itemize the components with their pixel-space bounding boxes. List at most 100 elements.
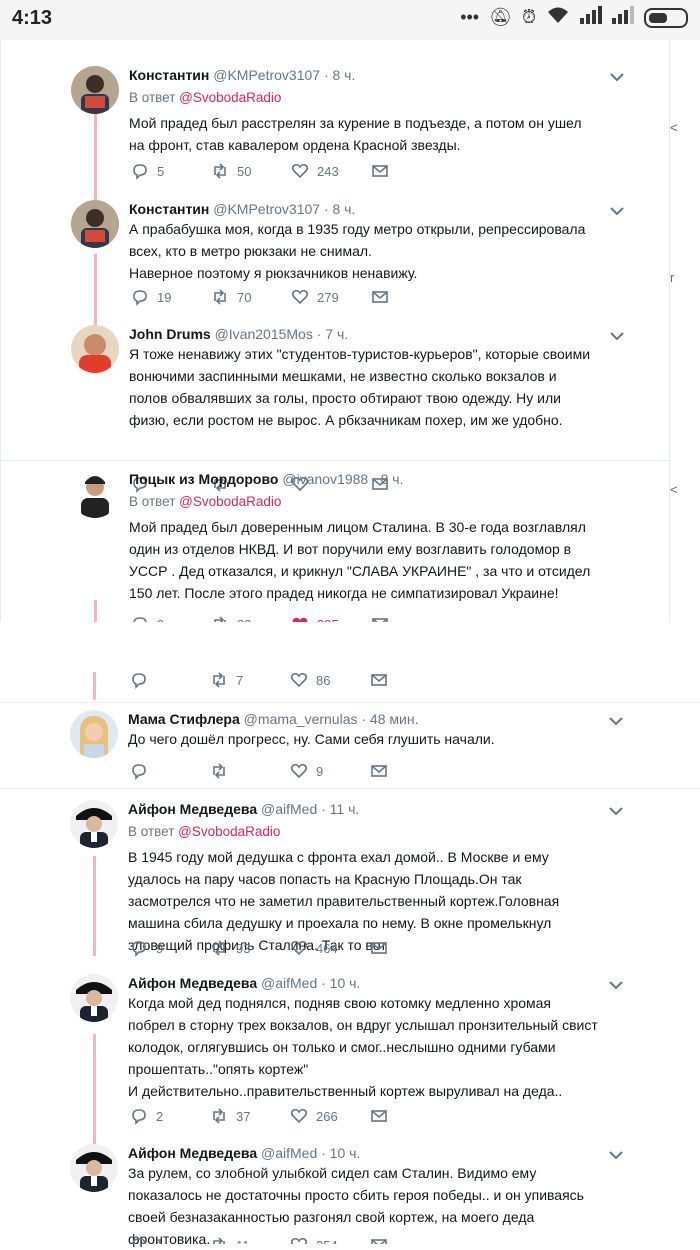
avatar[interactable]	[71, 470, 119, 518]
like-button[interactable]: 395	[291, 615, 371, 622]
like-button[interactable]: 243	[291, 162, 371, 180]
avatar[interactable]	[71, 325, 119, 373]
retweet-button[interactable]: 7	[210, 671, 290, 689]
message-button[interactable]	[370, 671, 388, 689]
author-name[interactable]: Айфон Медведева	[128, 1145, 257, 1161]
like-button[interactable]: 464	[290, 939, 370, 957]
tweet[interactable]: John Drums @Ivan2015Mos · 7 ч. Я тоже не…	[1, 325, 669, 493]
avatar[interactable]	[70, 800, 118, 848]
author-name[interactable]: Поцык из Мордорово	[129, 471, 278, 487]
tweet[interactable]: Айфон Медведева @aifMed · 10 ч. За рулем…	[0, 1144, 668, 1247]
heart-icon	[290, 1237, 308, 1244]
retweet-count: 7	[236, 672, 244, 688]
retweet-icon	[213, 1237, 225, 1244]
author-name[interactable]: Константин	[129, 201, 209, 217]
tweet-header: Мама Стифлера @mama_vernulas · 48 мин.	[128, 710, 418, 728]
author-handle: @ivanov1988 · 8 ч.	[282, 471, 404, 487]
tweet-actions: 7 86	[130, 670, 388, 690]
tweet-header: Айфон Медведева @aifMed · 10 ч.	[128, 1144, 360, 1162]
retweet-button[interactable]: 11	[210, 1236, 290, 1244]
retweet-button[interactable]	[210, 762, 290, 780]
like-count: 464	[316, 940, 338, 956]
retweet-icon	[213, 1108, 225, 1124]
reply-button[interactable]	[130, 762, 210, 780]
reply-icon	[132, 1238, 146, 1244]
avatar[interactable]	[70, 1144, 118, 1192]
author-name[interactable]: Константин	[129, 67, 209, 83]
retweet-button[interactable]: 50	[211, 162, 291, 180]
avatar[interactable]	[71, 200, 119, 248]
author-handle: @Ivan2015Mos · 7 ч.	[214, 326, 349, 342]
chevron-down-icon[interactable]	[608, 1150, 624, 1160]
divider	[1, 460, 669, 461]
chevron-down-icon[interactable]	[609, 72, 625, 82]
tweet[interactable]: Константин @KMPetrov3107 · 8 ч. А прабаб…	[1, 200, 669, 320]
like-count: 86	[316, 672, 331, 688]
message-button[interactable]	[371, 615, 389, 622]
reply-icon	[132, 1109, 146, 1125]
message-button[interactable]	[370, 1236, 388, 1244]
chevron-down-icon[interactable]	[608, 716, 624, 726]
reply-to-link[interactable]: @SvobodaRadio	[179, 494, 281, 509]
message-button[interactable]	[370, 762, 388, 780]
message-button[interactable]	[371, 288, 389, 306]
tweet[interactable]: Поцык из Мордорово @ivanov1988 · 8 ч. В …	[1, 470, 669, 622]
author-name[interactable]: Айфон Медведева	[128, 801, 257, 817]
like-button[interactable]: 279	[291, 288, 371, 306]
heart-icon	[290, 1108, 308, 1124]
like-button[interactable]: 354	[290, 1236, 370, 1244]
author-handle: @KMPetrov3107 · 8 ч.	[213, 67, 356, 83]
retweet-icon	[214, 616, 226, 622]
like-button[interactable]: 9	[290, 762, 370, 780]
reply-button[interactable]	[130, 671, 210, 689]
reply-button[interactable]: 5	[131, 162, 211, 180]
reply-count: 19	[157, 289, 172, 305]
reply-button[interactable]: 1	[130, 1236, 210, 1244]
message-button[interactable]	[370, 1107, 388, 1125]
tweet-text: Мой прадед был расстрелян за курение в п…	[129, 115, 582, 153]
message-button[interactable]	[371, 162, 389, 180]
author-name[interactable]: John Drums	[129, 326, 211, 342]
reply-button[interactable]: 9	[131, 615, 211, 622]
chevron-down-icon[interactable]	[609, 331, 625, 341]
status-time: 4:13	[12, 7, 53, 29]
heart-icon	[290, 672, 308, 688]
envelope-icon	[372, 165, 388, 177]
like-button[interactable]: 266	[290, 1107, 370, 1125]
avatar[interactable]	[70, 710, 118, 758]
chevron-down-icon[interactable]	[608, 806, 624, 816]
avatar[interactable]	[70, 974, 118, 1022]
chevron-down-icon[interactable]	[608, 980, 624, 990]
reply-button[interactable]: 19	[131, 288, 211, 306]
reply-button[interactable]: 2	[130, 1107, 210, 1125]
retweet-button[interactable]: 93	[210, 939, 290, 957]
reply-context: В ответ @SvobodaRadio	[128, 824, 281, 839]
retweet-button[interactable]: 70	[211, 288, 291, 306]
tweet[interactable]: Айфон Медведева @aifMed · 10 ч. Когда мо…	[0, 974, 668, 1126]
reply-to-link[interactable]: @SvobodaRadio	[179, 90, 281, 105]
tweet-text: А прабабушка моя, когда в 1935 году метр…	[129, 221, 586, 281]
avatar[interactable]	[71, 66, 119, 114]
reply-count: 5	[157, 163, 165, 179]
tweet[interactable]: Константин @KMPetrov3107 · 8 ч. В ответ …	[1, 40, 669, 200]
author-handle: @aifMed · 11 ч.	[261, 801, 360, 817]
heart-icon	[290, 763, 308, 779]
tweet[interactable]: Мама Стифлера @mama_vernulas · 48 мин. Д…	[0, 710, 668, 792]
tweet[interactable]: Айфон Медведева @aifMed · 11 ч. В ответ …	[0, 800, 668, 960]
reply-count: 2	[156, 1108, 164, 1124]
reply-to-link[interactable]: @SvobodaRadio	[178, 824, 280, 839]
author-handle: @KMPetrov3107 · 8 ч.	[213, 201, 356, 217]
retweet-button[interactable]: 37	[210, 1107, 290, 1125]
envelope-icon	[372, 618, 388, 622]
author-name[interactable]: Мама Стифлера	[128, 711, 240, 727]
retweet-button[interactable]: 82	[211, 615, 291, 622]
message-button[interactable]	[370, 939, 388, 957]
reply-icon	[133, 290, 147, 306]
tweet-actions: 2 37 266	[130, 1106, 388, 1126]
retweet-count: 70	[237, 289, 252, 305]
reply-button[interactable]: 9	[130, 939, 210, 957]
author-name[interactable]: Айфон Медведева	[128, 975, 257, 991]
chevron-down-icon[interactable]	[609, 206, 625, 216]
like-button[interactable]: 86	[290, 671, 370, 689]
author-handle: @aifMed · 10 ч.	[261, 1145, 361, 1161]
